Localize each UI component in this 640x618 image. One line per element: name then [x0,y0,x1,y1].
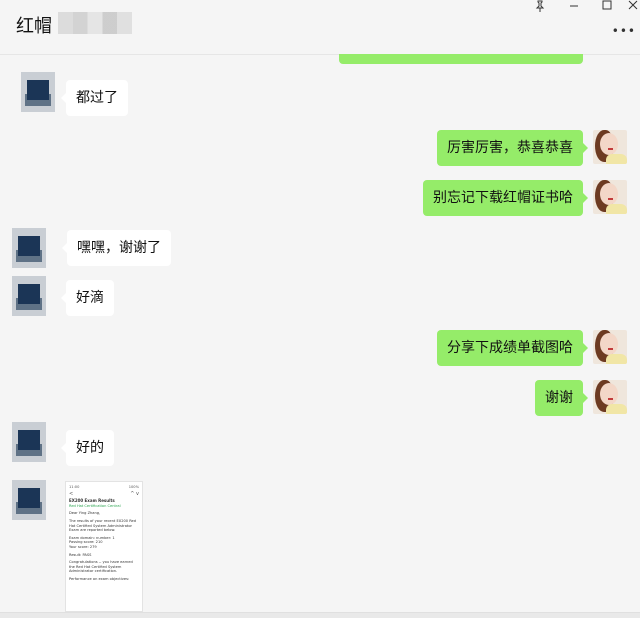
screenshot-image-message[interactable]: 11:00 100% < ^ v EX200 Exam Results Red … [65,481,143,612]
sent-message-bubble[interactable]: 厉害厉害，恭喜恭喜 [437,130,588,166]
previous-sent-bubble-edge [339,54,583,64]
contact-avatar[interactable] [21,72,55,112]
screenshot-result: Result: PASS [69,552,92,557]
screenshot-status-bar: 11:00 100% [69,485,139,490]
screenshot-performance: Performance on exam objectives: [69,576,130,581]
chat-header: 红帽 ••• [0,0,640,55]
chat-window: 红帽 ••• 都过了 厉害厉害，恭喜恭喜 别忘记下载红帽证书哈 嘿嘿，谢谢了 好… [0,0,640,618]
screenshot-congrats: Congratulations -- you have earned the R… [69,560,133,574]
pin-icon[interactable] [528,0,552,14]
screenshot-greeting: Dear Ying Zhang, [69,511,101,516]
screenshot-nav: < ^ v [69,490,139,497]
chat-title: 红帽 [16,16,52,37]
screenshot-time: 11:00 [69,485,80,489]
input-area-edge[interactable] [0,612,640,618]
maximize-icon[interactable] [595,0,619,14]
my-avatar[interactable] [593,380,627,414]
more-dots-icon[interactable]: ••• [612,24,636,38]
close-icon[interactable] [625,0,640,14]
contact-avatar[interactable] [12,422,46,462]
received-message-bubble[interactable]: 嘿嘿，谢谢了 [62,230,171,266]
message-list[interactable]: 都过了 厉害厉害，恭喜恭喜 别忘记下载红帽证书哈 嘿嘿，谢谢了 好滴 分享下成绩… [0,54,640,612]
received-message-bubble[interactable]: 好滴 [61,280,114,316]
contact-avatar[interactable] [12,480,46,520]
minimize-icon[interactable] [562,0,586,14]
my-avatar[interactable] [593,330,627,364]
screenshot-nav-arrows: ^ v [130,490,139,497]
sent-message-bubble[interactable]: 别忘记下载红帽证书哈 [423,180,588,216]
sent-message-bubble[interactable]: 谢谢 [535,380,588,416]
screenshot-score: Your score: 279 [69,544,97,549]
received-message-bubble[interactable]: 都过了 [61,80,128,116]
contact-avatar[interactable] [12,276,46,316]
contact-avatar[interactable] [12,228,46,268]
screenshot-battery: 100% [128,485,139,489]
screenshot-back-icon: < [69,490,74,497]
my-avatar[interactable] [593,180,627,214]
title-redacted-mosaic [58,12,132,34]
received-message-bubble[interactable]: 好的 [61,430,114,466]
sent-message-bubble[interactable]: 分享下成绩单截图哈 [437,330,588,366]
my-avatar[interactable] [593,130,627,164]
screenshot-from: Red Hat Certification Central [69,503,121,508]
screenshot-body: The results of your recent EX200 Red Hat… [69,518,137,533]
